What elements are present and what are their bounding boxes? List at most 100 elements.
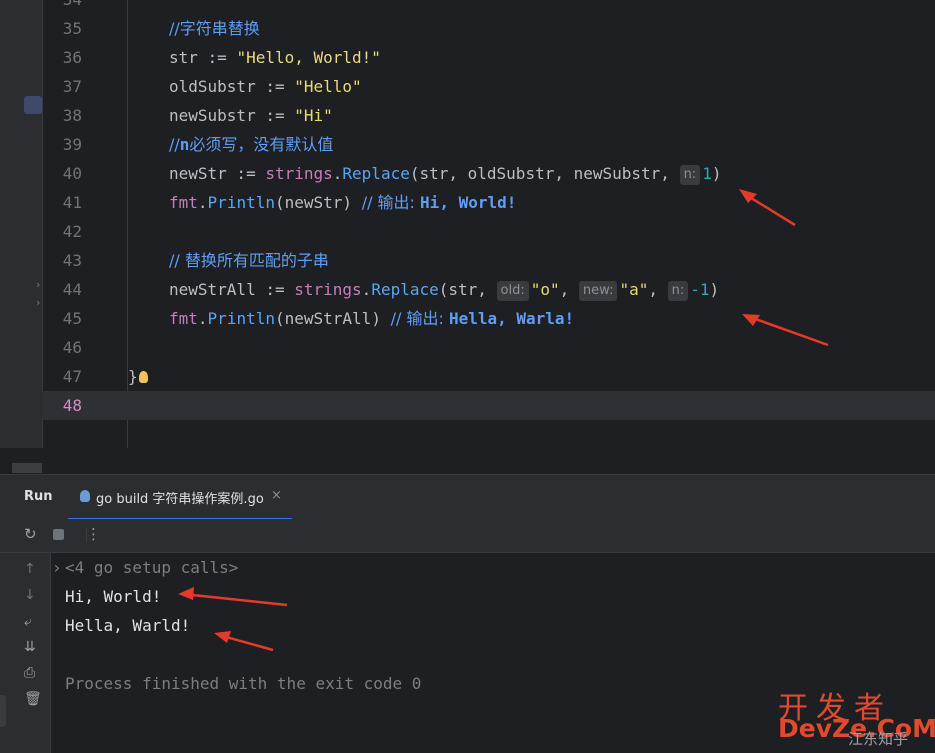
line-number: 47	[62, 367, 82, 386]
dot: .	[361, 280, 372, 299]
line-number: 38	[62, 106, 82, 125]
soft-wrap-icon[interactable]: ⤶	[24, 614, 32, 630]
trash-icon[interactable]: 🗑	[24, 691, 42, 707]
horizontal-scrollbar[interactable]	[12, 463, 42, 473]
line-number: 34	[42, 0, 82, 14]
string-literal: "Hello, World!"	[236, 48, 381, 67]
scroll-up-icon[interactable]: ↑	[24, 561, 36, 577]
chevron-right-icon[interactable]: ›	[36, 296, 40, 309]
identifier: oldSubstr	[169, 77, 256, 96]
line-number: 44	[62, 280, 82, 299]
run-toolbar: ↻ | ⋮	[0, 519, 935, 553]
package-name: fmt	[169, 309, 198, 328]
code-line-47[interactable]: 47 }	[42, 362, 935, 391]
comment-bold: n	[179, 135, 190, 154]
parameter-hint: new:	[578, 281, 618, 301]
package-name: fmt	[169, 193, 198, 212]
function-name: Println	[207, 193, 275, 212]
identifier: newSubstr	[169, 106, 256, 125]
comment: // 替换所有匹配的子串	[169, 251, 329, 270]
run-config-tab[interactable]: go build 字符串操作案例.go ×	[68, 475, 292, 520]
chevron-right-icon[interactable]: ›	[52, 553, 62, 582]
comment: 必须写，没有默认值	[189, 135, 334, 154]
annotation-arrow-icon	[742, 314, 829, 347]
code-line-36[interactable]: 36 str := "Hello, World!"	[42, 43, 935, 72]
print-icon[interactable]: ⎙	[24, 665, 35, 681]
comment-bold: Hella, Warla!	[448, 309, 575, 328]
console-side-toolbar: ↑ ↓ ⤶ ⇊ ⎙ 🗑	[0, 553, 51, 753]
line-number: 45	[62, 309, 82, 328]
code-line-34[interactable]: 34	[42, 0, 935, 14]
parameter-hint: n:	[679, 165, 701, 185]
code-line-37[interactable]: 37 oldSubstr := "Hello"	[42, 72, 935, 101]
setup-calls-line[interactable]: <4 go setup calls>	[65, 553, 238, 582]
output-line: Hella, Warld!	[65, 616, 191, 635]
function-name: Println	[207, 309, 275, 328]
closing-brace: }	[128, 367, 138, 386]
operator: :=	[255, 280, 295, 299]
line-number: 36	[62, 48, 82, 67]
code-line-41[interactable]: 41 fmt.Println(newStr) // 输出: Hi, World!	[42, 188, 935, 217]
more-options-icon[interactable]: ⋮	[86, 525, 101, 543]
comment-bold: Hi, World!	[420, 193, 517, 212]
paren: )	[709, 280, 720, 299]
left-edge-tab[interactable]	[0, 695, 6, 727]
operator: :=	[226, 164, 266, 183]
code-line-42[interactable]: 42	[42, 217, 935, 246]
comment: //字符串替换	[169, 19, 260, 38]
paren: )	[711, 164, 722, 183]
line-number: 39	[62, 135, 82, 154]
line-number: 46	[62, 338, 82, 357]
annotation-arrow-icon	[214, 631, 274, 652]
run-panel-label[interactable]: Run	[24, 489, 53, 504]
string-literal: "Hi"	[294, 106, 333, 125]
string-literal: "a"	[619, 280, 649, 299]
function-name: Replace	[371, 280, 439, 299]
rerun-icon[interactable]: ↻	[24, 525, 37, 543]
scroll-to-end-icon[interactable]: ⇊	[24, 639, 36, 655]
function-name: Replace	[342, 164, 410, 183]
arguments: (str,	[438, 280, 497, 299]
comment: // 输出:	[390, 309, 449, 328]
annotation-arrow-icon	[739, 189, 796, 227]
stop-icon[interactable]	[53, 529, 64, 540]
annotation-arrow-icon	[178, 587, 288, 607]
code-line-38[interactable]: 38 newSubstr := "Hi"	[42, 101, 935, 130]
scroll-down-icon[interactable]: ↓	[24, 587, 36, 603]
close-icon[interactable]: ×	[271, 488, 282, 503]
operator: :=	[197, 48, 237, 67]
dot: .	[197, 193, 208, 212]
line-number: 43	[62, 251, 82, 270]
number-literal: 1	[702, 164, 712, 183]
code-editor[interactable]: › › 34 35 //字符串替换 36 str := "Hello, Worl…	[0, 0, 935, 448]
line-number: 35	[62, 19, 82, 38]
package-name: strings	[294, 280, 362, 299]
lightbulb-icon[interactable]	[138, 371, 148, 383]
operator: :=	[255, 106, 295, 125]
string-literal: "o"	[530, 280, 560, 299]
dot: .	[332, 164, 343, 183]
code-line-48[interactable]: 48	[42, 391, 935, 420]
separator: ,	[559, 280, 579, 299]
chevron-right-icon[interactable]: ›	[36, 278, 40, 291]
operator: :=	[255, 77, 295, 96]
go-gopher-icon	[80, 490, 90, 502]
arguments: (newStr)	[274, 193, 362, 212]
project-tree-selection[interactable]	[24, 96, 42, 114]
line-number: 42	[62, 222, 82, 241]
parameter-hint: old:	[496, 281, 529, 301]
code-line-40[interactable]: 40 newStr := strings.Replace(str, oldSub…	[42, 159, 935, 188]
separator: ,	[648, 280, 668, 299]
run-tab-title: go build 字符串操作案例.go	[96, 492, 264, 507]
code-line-44[interactable]: 44 newStrAll := strings.Replace(str, old…	[42, 275, 935, 304]
comment: // 输出:	[361, 193, 421, 212]
string-literal: "Hello"	[294, 77, 362, 96]
code-line-35[interactable]: 35 //字符串替换	[42, 14, 935, 43]
package-name: strings	[265, 164, 333, 183]
comment: //	[169, 135, 180, 154]
code-line-39[interactable]: 39 //n必须写，没有默认值	[42, 130, 935, 159]
line-number: 41	[62, 193, 82, 212]
code-line-43[interactable]: 43 // 替换所有匹配的子串	[42, 246, 935, 275]
identifier: newStr	[169, 164, 227, 183]
identifier: str	[169, 48, 198, 67]
